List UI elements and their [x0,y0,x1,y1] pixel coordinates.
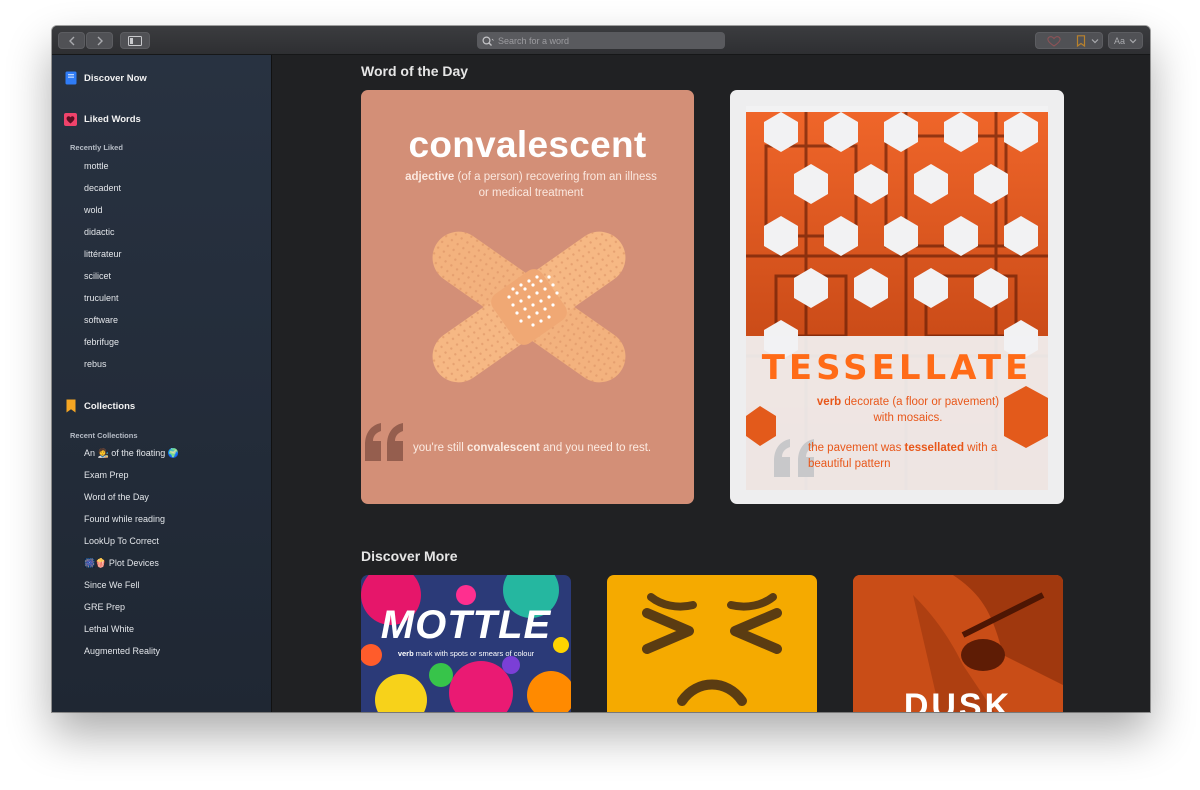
screen: Aa Discover Now Liked Words Recently Lik… [0,0,1200,790]
example-word: tessellated [904,442,964,454]
part-of-speech: adjective [405,171,455,183]
example-text: the pavement was [808,442,905,454]
collection-item[interactable]: LookUp To Correct [84,536,159,546]
font-button-label: Aa [1113,35,1125,46]
collection-item[interactable]: 🎆🍿 Plot Devices [84,558,159,569]
chevron-down-icon[interactable] [1091,38,1099,44]
liked-word-item[interactable]: febrifuge [84,337,119,347]
bookmark-icon[interactable] [1076,34,1086,47]
sidebar-toggle-icon [128,35,142,46]
forward-icon [97,36,103,45]
search-input[interactable] [498,35,718,46]
sidebar-toggle-button[interactable] [120,32,150,49]
discover-card-mottle[interactable]: MOTTLE verb mark with spots or smears of… [361,575,571,712]
sidebar-item-liked-words[interactable]: Liked Words [64,112,141,126]
liked-word-item[interactable]: littérateur [84,249,122,259]
quote-icon [365,423,403,461]
example-text: and you need to rest. [539,442,652,454]
sidebar-label-collections: Collections [84,400,136,412]
heart-icon [64,112,77,126]
recently-liked-header: Recently Liked [70,143,123,152]
discover-more-title: Discover More [361,548,458,564]
collection-item[interactable]: Word of the Day [84,492,149,502]
sidebar-label-liked-words: Liked Words [84,113,141,125]
card-definition: verb mark with spots or smears of colour [361,649,571,658]
word-of-the-day-title: Word of the Day [361,63,469,79]
bookmark-icon [64,399,77,413]
collection-item[interactable]: Found while reading [84,514,165,524]
liked-word-item[interactable]: software [84,315,118,325]
back-button[interactable] [58,32,85,49]
part-of-speech: verb [397,649,414,658]
card-example: the pavement was tessellated with a beau… [808,440,1008,472]
collection-item[interactable]: Lethal White [84,624,134,634]
liked-word-item[interactable]: decadent [84,183,121,193]
discover-card-emoji[interactable] [607,575,817,712]
font-size-button[interactable]: Aa [1108,32,1143,49]
card-word: DUSK [903,687,1013,712]
card-word: MOTTLE [380,603,552,647]
card-word: convalescent [408,124,647,165]
word-card-tessellate[interactable]: TESSELLATE verb decorate (a floor or pav… [730,90,1064,504]
book-icon [64,71,77,85]
part-of-speech: verb [816,396,842,408]
liked-word-item[interactable]: rebus [84,359,107,369]
collection-item[interactable]: Exam Prep [84,470,129,480]
liked-word-item[interactable]: mottle [84,161,109,171]
collection-item[interactable]: Since We Fell [84,580,139,590]
like-save-control[interactable] [1035,32,1103,49]
liked-word-item[interactable]: scilicet [84,271,111,281]
chevron-down-icon [1129,38,1137,43]
persevering-face-art [642,593,782,706]
search-icon [482,35,494,46]
liked-word-item[interactable]: didactic [84,227,115,237]
app-window: Aa Discover Now Liked Words Recently Lik… [52,26,1150,712]
definition-text: (of a person) recovering from an illness… [454,171,657,199]
card-definition: adjective (of a person) recovering from … [401,169,661,201]
card-word: TESSELLATE [761,348,1033,388]
example-text: you're still [413,442,467,454]
liked-word-item[interactable]: truculent [84,293,119,303]
sidebar: Discover Now Liked Words Recently Liked … [52,55,272,712]
search-field[interactable] [477,32,725,49]
main-content: Word of the Day convalescent adjective (… [273,55,1150,712]
back-icon [68,36,74,45]
tessellated-photo [746,106,1048,490]
liked-word-item[interactable]: wold [84,205,103,215]
sidebar-item-collections[interactable]: Collections [64,399,135,413]
discover-card-dusk[interactable]: DUSK [853,575,1063,712]
definition-text: decorate (a floor or pavement) with mosa… [841,396,1000,424]
collection-item[interactable]: An 🧑‍🎨 of the floating 🌍 [84,448,179,459]
title-bar: Aa [52,26,1150,55]
definition-text: mark with spots or smears of colour [413,649,535,658]
example-word: convalescent [466,442,540,454]
bandage-illustration [432,231,626,383]
sidebar-item-discover-now[interactable]: Discover Now [64,71,147,85]
forward-button[interactable] [86,32,113,49]
card-example: you're still convalescent and you need t… [413,440,663,456]
recent-collections-header: Recent Collections [70,431,138,440]
heart-icon[interactable] [1046,35,1062,47]
collection-item[interactable]: Augmented Reality [84,646,160,656]
collection-item[interactable]: GRE Prep [84,602,125,612]
word-card-convalescent[interactable]: convalescent adjective (of a person) rec… [361,90,694,504]
sidebar-label-discover-now: Discover Now [84,72,147,84]
card-definition: verb decorate (a floor or pavement) with… [808,394,1008,426]
